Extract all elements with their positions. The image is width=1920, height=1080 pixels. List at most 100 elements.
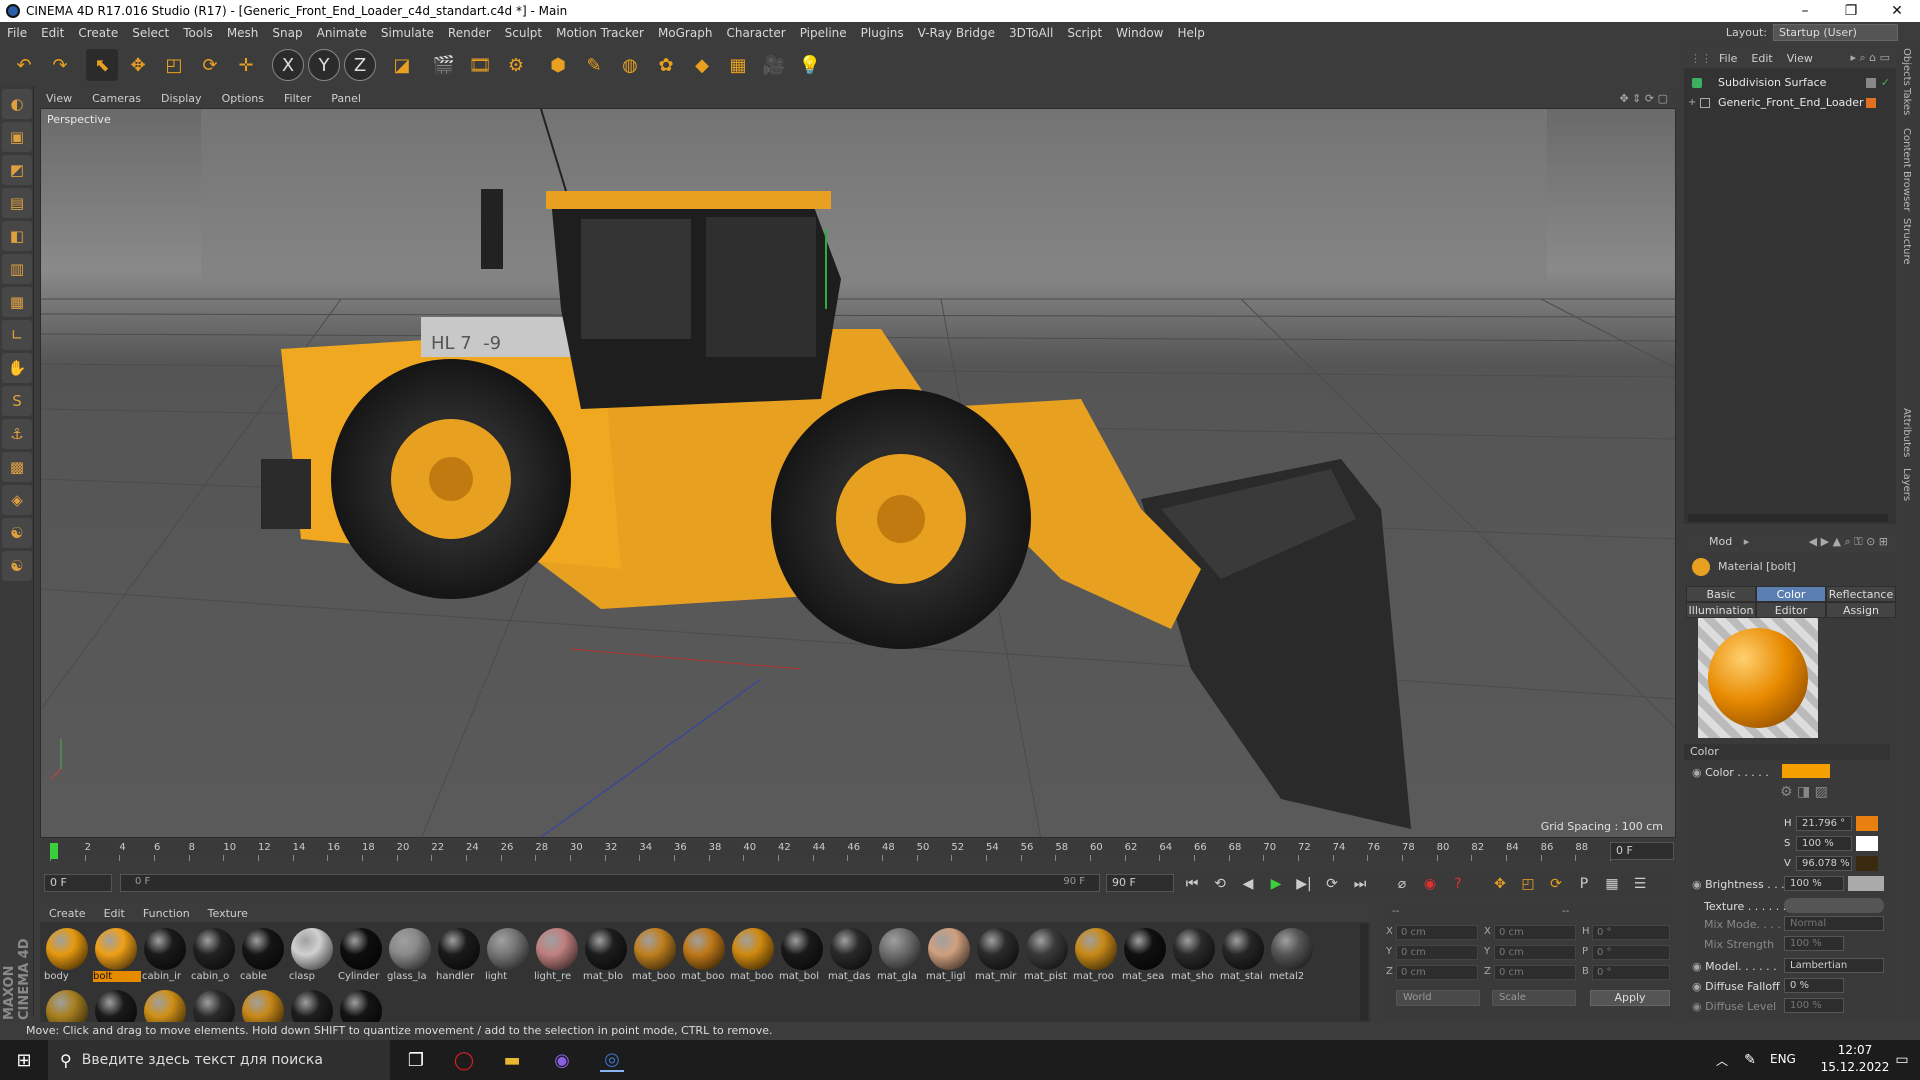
coord-space-dropdown[interactable]: World — [1396, 990, 1480, 1006]
deformer-icon[interactable]: ◆ — [686, 49, 718, 81]
restore-button[interactable]: ❐ — [1828, 0, 1874, 22]
edit-render-settings-icon[interactable]: ⚙ — [500, 49, 532, 81]
language-indicator[interactable]: ENG — [1770, 1052, 1796, 1066]
radio-icon[interactable]: ◉ — [1692, 980, 1702, 993]
position-field[interactable]: 0 cm — [1396, 945, 1478, 960]
check-icon[interactable]: ✓ — [1881, 74, 1890, 92]
material-swatch[interactable]: metal2 — [1269, 926, 1315, 986]
menu-tools[interactable]: Tools — [176, 22, 220, 44]
play-icon[interactable]: ▶ — [1264, 872, 1288, 896]
subdivision-icon[interactable]: ◍ — [614, 49, 646, 81]
material-swatch[interactable]: mat_blo — [583, 926, 629, 986]
menu-help[interactable]: Help — [1170, 22, 1211, 44]
keyframe-selection-icon[interactable]: ⌀ — [1390, 872, 1414, 896]
menu-edit[interactable]: Edit — [34, 22, 71, 44]
object-scrollbar[interactable] — [1688, 514, 1888, 522]
material-swatch[interactable]: light_re — [534, 926, 580, 986]
go-to-start-icon[interactable]: ⏮ — [1180, 872, 1204, 896]
viewport-menu-display[interactable]: Display — [151, 92, 212, 105]
workplane-icon[interactable]: ▤ — [2, 188, 32, 218]
material-swatch[interactable]: clasp — [289, 926, 335, 986]
saturation-slider[interactable] — [1856, 836, 1878, 851]
menu-create[interactable]: Create — [71, 22, 125, 44]
key-pla-icon[interactable]: ▦ — [1600, 872, 1624, 896]
current-frame-field[interactable]: 0 F — [1610, 842, 1674, 860]
object-menu-view[interactable]: View — [1780, 52, 1820, 65]
timeline-playhead[interactable] — [50, 843, 58, 859]
viewport-menu-panel[interactable]: Panel — [321, 92, 371, 105]
material-swatch[interactable]: Cylinder — [338, 926, 384, 986]
render-picture-viewer-icon[interactable]: 🎞 — [464, 49, 496, 81]
material-swatch[interactable]: mat_sea — [1122, 926, 1168, 986]
saturation-field[interactable]: 100 % — [1796, 836, 1852, 851]
cloner-icon[interactable]: ✿ — [650, 49, 682, 81]
pen-spline-icon[interactable]: ✎ — [578, 49, 610, 81]
material-swatch[interactable]: mat_bol — [779, 926, 825, 986]
undo-icon[interactable]: ↶ — [8, 49, 40, 81]
autokey-icon[interactable]: ? — [1446, 872, 1470, 896]
material-swatch[interactable] — [289, 988, 335, 1022]
menu-mesh[interactable]: Mesh — [220, 22, 266, 44]
material-swatch[interactable] — [191, 988, 237, 1022]
viewport-nav-icons[interactable]: ✥ ⇕ ⟳ ▢ — [1619, 92, 1668, 105]
radio-icon[interactable]: ◉ — [1692, 766, 1702, 779]
material-swatch[interactable]: mat_roo — [1073, 926, 1119, 986]
render-view-icon[interactable]: 🎬 — [428, 49, 460, 81]
menu-file[interactable]: File — [0, 22, 34, 44]
material-swatch[interactable]: cable — [240, 926, 286, 986]
menu-simulate[interactable]: Simulate — [374, 22, 441, 44]
tweak-mode-icon[interactable]: ✋ — [2, 353, 32, 383]
redo-icon[interactable]: ↷ — [44, 49, 76, 81]
diffuse-level-field[interactable]: 100 % — [1784, 998, 1844, 1013]
material-swatch[interactable]: mat_das — [828, 926, 874, 986]
material-swatch[interactable]: mat_boo — [632, 926, 678, 986]
radio-icon[interactable]: ◉ — [1692, 960, 1702, 973]
menu-plugins[interactable]: Plugins — [854, 22, 911, 44]
material-swatch[interactable] — [240, 988, 286, 1022]
mix-strength-field[interactable]: 100 % — [1784, 936, 1844, 951]
material-swatch[interactable]: cabin_ir — [142, 926, 188, 986]
python-script-icon[interactable]: ☯ — [2, 518, 32, 548]
viewport-menu-options[interactable]: Options — [212, 92, 274, 105]
side-tab-content-browser[interactable]: Content Browser — [1901, 128, 1912, 211]
frame-range-slider[interactable]: 0 F 90 F — [120, 874, 1100, 892]
axis-mode-icon[interactable]: ∟ — [2, 320, 32, 350]
end-frame-field[interactable]: 90 F — [1106, 874, 1174, 892]
attribute-nav-icons[interactable]: ◀ ▶ ▲ ⌕ ⚿ ⊙ ⊞ — [1809, 532, 1888, 552]
material-swatch[interactable]: mat_boo — [681, 926, 727, 986]
tab-assign[interactable]: Assign — [1826, 602, 1896, 618]
close-button[interactable]: ✕ — [1874, 0, 1920, 22]
polygons-mode-icon[interactable]: ▦ — [2, 287, 32, 317]
x-axis-icon[interactable]: X — [272, 49, 304, 81]
size-field[interactable]: 0 cm — [1494, 945, 1576, 960]
menu-pipeline[interactable]: Pipeline — [793, 22, 854, 44]
locked-workplane-icon[interactable]: ◈ — [2, 485, 32, 515]
snap-icon[interactable]: S — [2, 386, 32, 416]
start-frame-field[interactable]: 0 F — [44, 874, 112, 892]
live-select-icon[interactable]: ✛ — [230, 49, 262, 81]
material-swatch[interactable]: glass_la — [387, 926, 433, 986]
color-picker-icons[interactable]: ⚙ ◨ ▨ — [1780, 784, 1828, 800]
menu-script[interactable]: Script — [1060, 22, 1109, 44]
viewport-menu-filter[interactable]: Filter — [274, 92, 321, 105]
discord-icon[interactable]: ◉ — [550, 1048, 574, 1072]
expand-icon[interactable]: + — [1688, 94, 1696, 112]
material-swatch[interactable] — [142, 988, 188, 1022]
task-view-icon[interactable]: ❐ — [404, 1048, 428, 1072]
menu-character[interactable]: Character — [719, 22, 792, 44]
select-icon[interactable]: ⬉ — [86, 49, 118, 81]
radio-icon[interactable]: ◉ — [1692, 1000, 1702, 1013]
diffuse-falloff-field[interactable]: 0 % — [1784, 978, 1844, 993]
material-swatch[interactable]: mat_ligl — [926, 926, 972, 986]
material-swatch[interactable] — [44, 988, 90, 1022]
sculpt-brush-icon[interactable]: ◐ — [2, 89, 32, 119]
object-menu-edit[interactable]: Edit — [1744, 52, 1779, 65]
clock-date[interactable]: 15.12.2022 — [1820, 1060, 1890, 1074]
next-frame-icon[interactable]: ▶| — [1292, 872, 1316, 896]
side-tab-takes[interactable]: Takes — [1901, 88, 1912, 115]
viewport-menu-view[interactable]: View — [36, 92, 82, 105]
material-swatch[interactable]: mat_sho — [1171, 926, 1217, 986]
material-swatch[interactable]: mat_stai — [1220, 926, 1266, 986]
model-dropdown[interactable]: Lambertian — [1784, 958, 1884, 973]
coord-mode-dropdown[interactable]: Scale — [1492, 990, 1576, 1006]
